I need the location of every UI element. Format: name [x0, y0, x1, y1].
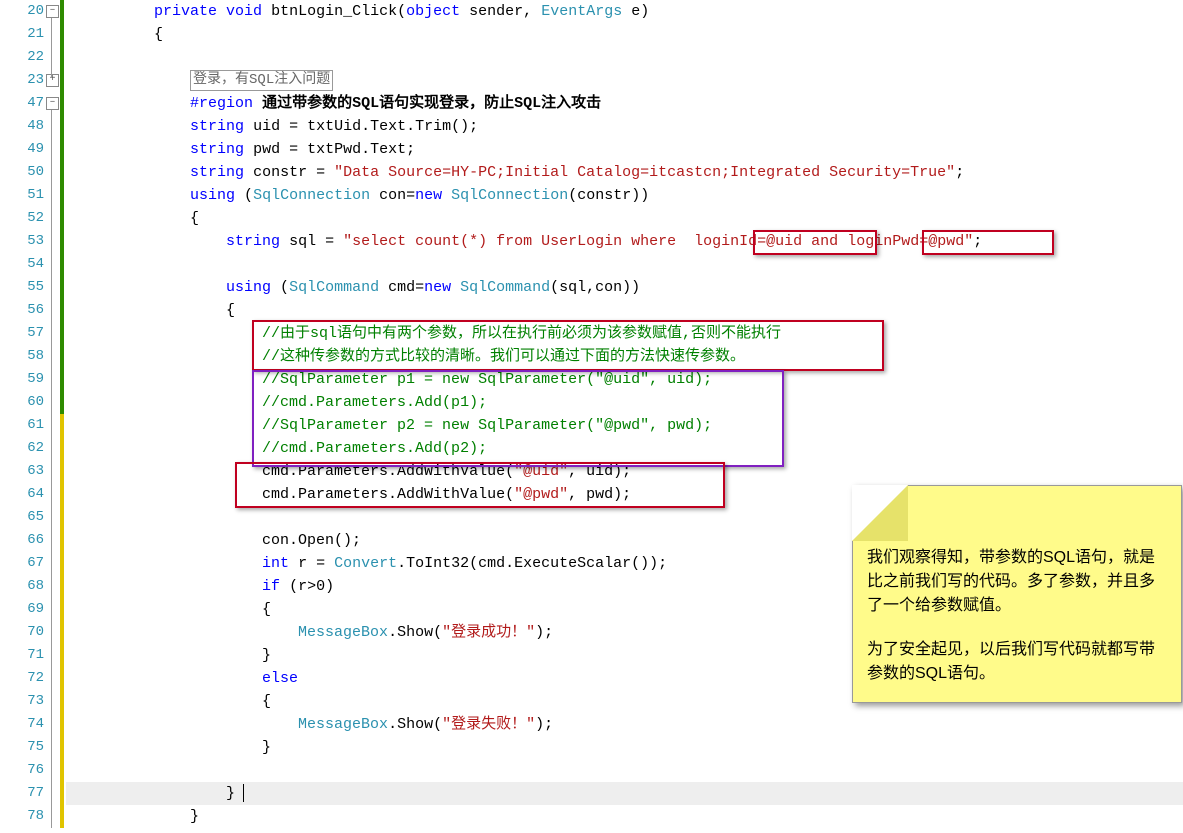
- code-line[interactable]: //SqlParameter p1 = new SqlParameter("@u…: [82, 368, 982, 391]
- fold-expand-icon[interactable]: +: [46, 74, 59, 87]
- sticky-text: 我们观察得知，带参数的SQL语句，就是比之前我们写的代码。多了参数，并且多了一个…: [867, 546, 1167, 618]
- code-line[interactable]: [82, 46, 982, 69]
- code-line[interactable]: {: [82, 207, 982, 230]
- code-line[interactable]: cmd.Parameters.AddWithValue("@pwd", pwd)…: [82, 483, 982, 506]
- code-line[interactable]: //这种传参数的方式比较的清晰。我们可以通过下面的方法快速传参数。: [82, 345, 982, 368]
- code-line[interactable]: string constr = "Data Source=HY-PC;Initi…: [82, 161, 982, 184]
- sticky-text: 为了安全起见，以后我们写代码就都写带参数的SQL语句。: [867, 638, 1167, 686]
- code-area[interactable]: private void btnLogin_Click(object sende…: [82, 0, 982, 828]
- code-line[interactable]: {: [82, 690, 982, 713]
- code-line[interactable]: string sql = "select count(*) from UserL…: [82, 230, 982, 253]
- code-line[interactable]: int r = Convert.ToInt32(cmd.ExecuteScala…: [82, 552, 982, 575]
- code-line[interactable]: [82, 506, 982, 529]
- code-line[interactable]: if (r>0): [82, 575, 982, 598]
- code-line[interactable]: [82, 759, 982, 782]
- code-line[interactable]: [82, 253, 982, 276]
- code-line[interactable]: //cmd.Parameters.Add(p1);: [82, 391, 982, 414]
- code-line[interactable]: }: [82, 805, 982, 828]
- code-line[interactable]: 登录，有SQL注入问题: [82, 69, 982, 92]
- fold-collapse-icon[interactable]: –: [46, 5, 59, 18]
- code-line[interactable]: #region 通过带参数的SQL语句实现登录，防止SQL注入攻击: [82, 92, 982, 115]
- fold-line: [51, 18, 52, 78]
- code-line[interactable]: con.Open();: [82, 529, 982, 552]
- code-line[interactable]: cmd.Parameters.AddWithValue("@uid", uid)…: [82, 460, 982, 483]
- change-marker-saved: [60, 0, 64, 414]
- code-line[interactable]: MessageBox.Show("登录失败！");: [82, 713, 982, 736]
- code-line[interactable]: using (SqlCommand cmd=new SqlCommand(sql…: [82, 276, 982, 299]
- fold-collapse-icon[interactable]: –: [46, 97, 59, 110]
- code-line[interactable]: //cmd.Parameters.Add(p2);: [82, 437, 982, 460]
- code-line[interactable]: using (SqlConnection con=new SqlConnecti…: [82, 184, 982, 207]
- code-line[interactable]: private void btnLogin_Click(object sende…: [82, 0, 982, 23]
- sticky-fold-icon: [852, 485, 908, 541]
- code-line[interactable]: //由于sql语句中有两个参数，所以在执行前必须为该参数赋值,否则不能执行: [82, 322, 982, 345]
- sticky-note[interactable]: 我们观察得知，带参数的SQL语句，就是比之前我们写的代码。多了参数，并且多了一个…: [852, 485, 1182, 703]
- code-line[interactable]: }: [82, 782, 982, 805]
- fold-line: [51, 110, 52, 828]
- code-line[interactable]: string pwd = txtPwd.Text;: [82, 138, 982, 161]
- code-line[interactable]: {: [82, 299, 982, 322]
- spacer: [867, 618, 1167, 638]
- change-marker-unsaved: [60, 414, 64, 828]
- code-line[interactable]: }: [82, 736, 982, 759]
- code-line[interactable]: //SqlParameter p2 = new SqlParameter("@p…: [82, 414, 982, 437]
- code-line[interactable]: {: [82, 598, 982, 621]
- code-line[interactable]: string uid = txtUid.Text.Trim();: [82, 115, 982, 138]
- code-line[interactable]: {: [82, 23, 982, 46]
- code-line[interactable]: else: [82, 667, 982, 690]
- code-line[interactable]: }: [82, 644, 982, 667]
- code-editor[interactable]: 20 21 22 23 47 48 49 50 51 52 53 54 55 5…: [0, 0, 1183, 833]
- code-line[interactable]: MessageBox.Show("登录成功！");: [82, 621, 982, 644]
- collapsed-region-hint[interactable]: 登录，有SQL注入问题: [190, 70, 333, 91]
